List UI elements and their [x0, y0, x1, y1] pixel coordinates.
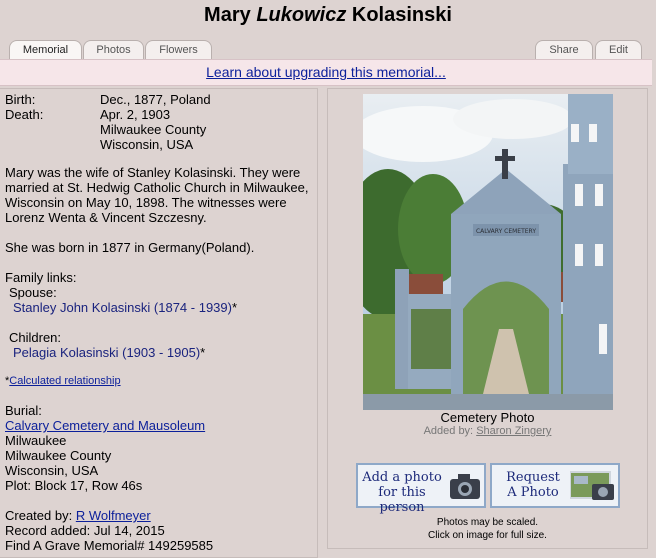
death-value: Apr. 2, 1903	[100, 107, 171, 122]
spouse-suffix: *	[231, 300, 238, 315]
page-title: Mary Lukowicz Kolasinski	[0, 4, 656, 27]
upgrade-link[interactable]: Learn about upgrading this memorial...	[206, 64, 446, 80]
tab-memorial[interactable]: Memorial	[9, 40, 82, 59]
death-label: Death:	[5, 107, 44, 122]
calculated-relationship-link[interactable]: Calculated relationship	[9, 375, 120, 387]
burial-city: Milwaukee	[5, 433, 67, 448]
death-county: Milwaukee County	[100, 122, 207, 137]
created-by-label: Created by:	[5, 508, 73, 523]
burial-state: Wisconsin, USA	[5, 463, 99, 478]
bio-paragraph-1: Mary was the wife of Stanley Kolasinski.…	[5, 165, 309, 225]
gate-sign-text: CALVARY CEMETERY	[476, 228, 536, 235]
last-name: Kolasinski	[351, 4, 452, 26]
child-link[interactable]: Pelagia Kolasinski (1903 - 1905)	[13, 345, 200, 360]
cemetery-gate-illustration: CALVARY CEMETERY	[363, 94, 613, 410]
child-suffix: *	[200, 345, 206, 360]
added-by-link[interactable]: Sharon Zingery	[476, 425, 551, 437]
request-photo-line-2: A Photo	[507, 485, 559, 500]
middle-name: Lukowicz	[256, 4, 347, 26]
add-photo-button[interactable]: Add a photo for this person	[356, 463, 486, 515]
request-photo-line-1: Request	[506, 470, 560, 485]
photo-camera-icon	[570, 471, 614, 500]
children-label: Children:	[9, 330, 62, 345]
spouse-link[interactable]: Stanley John Kolasinski (1874 - 1939)	[13, 300, 232, 315]
created-by-link[interactable]: R Wolfmeyer	[76, 508, 151, 523]
birth-value: Dec., 1877, Poland	[100, 92, 211, 107]
calculated-relationship-note: *Calculated relationship	[5, 374, 121, 389]
cemetery-photo[interactable]: CALVARY CEMETERY	[363, 94, 613, 410]
spouse-label: Spouse:	[9, 285, 57, 300]
record-added: Record added: Jul 14, 2015	[5, 523, 165, 538]
burial-cemetery: Calvary Cemetery and Mausoleum	[5, 418, 205, 433]
tab-photos[interactable]: Photos	[83, 40, 144, 59]
click-full-size-note: Click on image for full size.	[428, 530, 547, 541]
request-photo-text: Request A Photo	[496, 470, 570, 500]
burial-label: Burial:	[5, 403, 42, 418]
tab-share[interactable]: Share	[535, 40, 593, 59]
cemetery-link[interactable]: Calvary Cemetery and Mausoleum	[5, 418, 205, 433]
family-links-heading: Family links:	[5, 270, 77, 285]
child-row: Pelagia Kolasinski (1903 - 1905)*	[13, 345, 205, 360]
add-photo-text: Add a photo for this person	[362, 470, 442, 515]
birth-label: Birth:	[5, 92, 36, 107]
memorial-id: Find A Grave Memorial# 149259585	[5, 538, 214, 553]
tab-flowers[interactable]: Flowers	[145, 40, 212, 59]
photo-caption: Cemetery Photo	[440, 410, 535, 425]
spouse-row: Stanley John Kolasinski (1874 - 1939)*	[13, 300, 237, 315]
photo-added-by: Added by: Sharon Zingery	[327, 425, 648, 437]
burial-county: Milwaukee County	[5, 448, 112, 463]
tab-edit[interactable]: Edit	[595, 40, 642, 59]
upgrade-banner: Learn about upgrading this memorial...	[0, 59, 652, 86]
add-photo-line-1: Add a photo	[362, 470, 442, 485]
created-by-row: Created by: R Wolfmeyer	[5, 508, 151, 523]
bio-paragraph-2: She was born in 1877 in Germany(Poland).	[5, 240, 255, 255]
camera-icon	[450, 474, 480, 499]
death-state: Wisconsin, USA	[100, 137, 194, 152]
added-by-label: Added by:	[423, 425, 474, 437]
first-name: Mary	[204, 4, 251, 26]
photos-scaled-note: Photos may be scaled.	[436, 517, 539, 528]
burial-plot: Plot: Block 17, Row 46s	[5, 478, 143, 493]
add-photo-line-2: for this person	[378, 485, 426, 515]
request-photo-button[interactable]: Request A Photo	[490, 463, 620, 508]
